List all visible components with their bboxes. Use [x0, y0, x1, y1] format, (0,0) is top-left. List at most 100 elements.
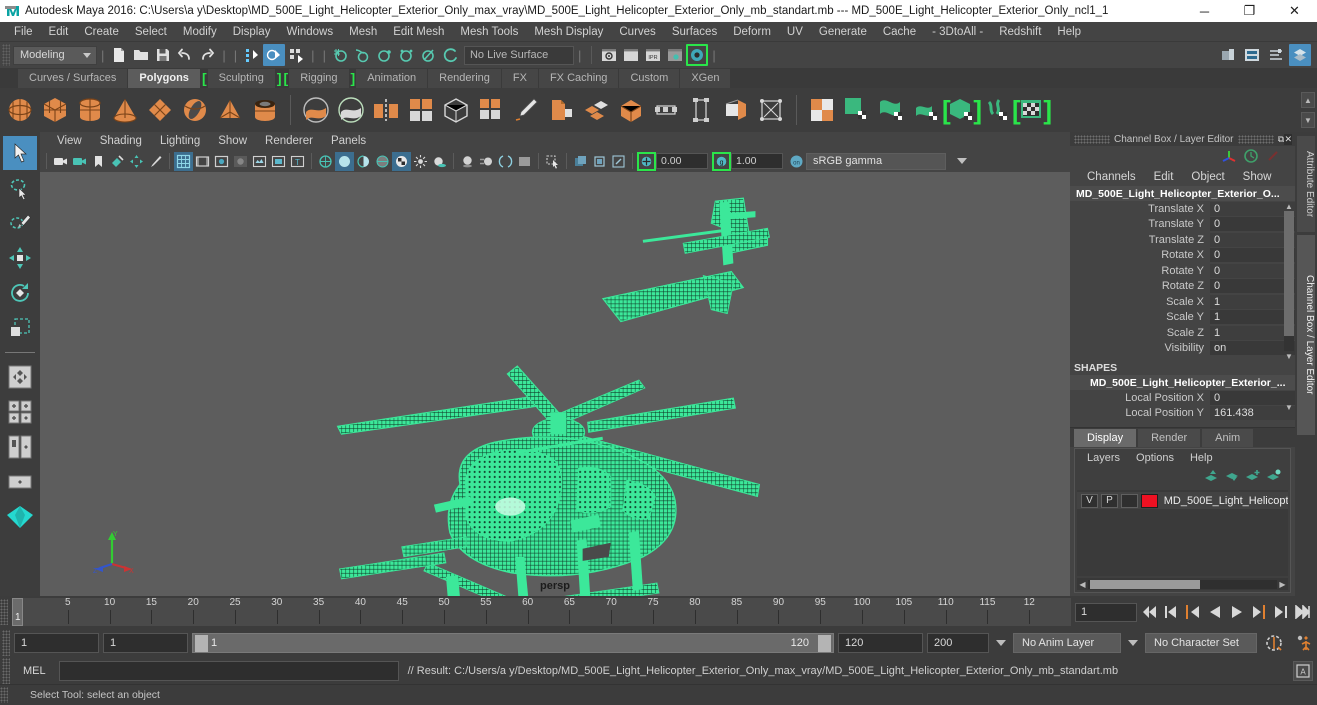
layer-menu-options[interactable]: Options	[1128, 452, 1182, 464]
layer-list-item[interactable]: V P MD_500E_Light_Helicopt	[1077, 492, 1288, 509]
go-to-end-icon[interactable]	[1293, 601, 1313, 623]
channel-row[interactable]: Rotate Y 0	[1070, 263, 1295, 279]
poly-extract-icon[interactable]	[475, 94, 507, 126]
image-plane-icon[interactable]	[108, 152, 127, 171]
channel-row[interactable]: Scale X 1	[1070, 294, 1295, 310]
layer-menu-layers[interactable]: Layers	[1079, 452, 1128, 464]
snap-to-point-icon[interactable]	[374, 44, 396, 66]
scroll-up-icon[interactable]: ▲	[1284, 201, 1294, 211]
camera-attributes-icon[interactable]	[70, 152, 89, 171]
exposure-field[interactable]: 0.00	[656, 153, 708, 169]
animation-start-time-field[interactable]: 1	[14, 633, 99, 653]
animation-end-time-field[interactable]: 200	[927, 633, 989, 653]
channel-value-field[interactable]: 1	[1210, 310, 1295, 325]
uv-cylindrical-icon[interactable]	[841, 94, 873, 126]
uv-spherical-icon[interactable]	[876, 94, 908, 126]
poly-combine-icon[interactable]	[405, 94, 437, 126]
isolate-select-icon[interactable]	[543, 152, 562, 171]
shape-channel-value-field[interactable]: 161.438	[1210, 406, 1295, 421]
poly-pyramid-icon[interactable]	[214, 94, 246, 126]
hscroll-thumb[interactable]	[1090, 579, 1200, 589]
channel-value-field[interactable]: on	[1210, 341, 1295, 356]
multisample-aa-icon[interactable]	[496, 152, 515, 171]
uv-unfold-icon[interactable]	[942, 94, 982, 126]
hscroll-track[interactable]	[1088, 579, 1277, 589]
layer-color-swatch[interactable]	[1140, 493, 1158, 508]
snap-to-curve-icon[interactable]	[352, 44, 374, 66]
shelf-tab-rigging[interactable]: Rigging	[289, 69, 349, 88]
poly-booleans-union-icon[interactable]	[300, 94, 332, 126]
viewport-menu-show[interactable]: Show	[209, 135, 256, 147]
menu-item-generate[interactable]: Generate	[811, 23, 875, 41]
range-handle-left[interactable]	[195, 634, 208, 652]
new-layer-from-selected-icon[interactable]	[1266, 469, 1282, 486]
select-camera-icon[interactable]	[51, 152, 70, 171]
viewport-menu-view[interactable]: View	[48, 135, 91, 147]
text-display-icon[interactable]: T	[288, 152, 307, 171]
tool-settings-icon[interactable]	[1265, 44, 1287, 66]
viewport-menu-lighting[interactable]: Lighting	[151, 135, 209, 147]
channel-row[interactable]: Translate Y 0	[1070, 217, 1295, 233]
bookmark-icon[interactable]	[89, 152, 108, 171]
channel-value-field[interactable]: 0	[1210, 279, 1295, 294]
animation-preferences-icon[interactable]	[1291, 632, 1317, 654]
new-scene-icon[interactable]	[108, 44, 130, 66]
viewport-menu-shading[interactable]: Shading	[91, 135, 151, 147]
menu-item-uv[interactable]: UV	[779, 23, 811, 41]
go-to-start-icon[interactable]	[1139, 601, 1159, 623]
layer-tab-display[interactable]: Display	[1074, 429, 1137, 447]
display-layer-list[interactable]: V P MD_500E_Light_Helicopt	[1077, 490, 1288, 576]
screen-space-ao-icon[interactable]	[458, 152, 477, 171]
step-forward-frame-icon[interactable]	[1249, 601, 1269, 623]
shelf-scroll-up-icon[interactable]: ▲	[1301, 92, 1315, 108]
channel-row[interactable]: Translate X 0	[1070, 201, 1295, 217]
time-slider-grip[interactable]	[0, 599, 8, 625]
select-by-object-icon[interactable]	[263, 44, 286, 66]
shelf-tab-custom[interactable]: Custom	[619, 69, 680, 88]
new-layer-icon[interactable]	[1245, 469, 1261, 486]
channel-value-field[interactable]: 0	[1210, 201, 1295, 216]
grease-pencil-icon[interactable]	[146, 152, 165, 171]
shade-wireframe-icon[interactable]	[373, 152, 392, 171]
select-by-hierarchy-icon[interactable]	[241, 44, 263, 66]
motion-blur-icon[interactable]	[477, 152, 496, 171]
two-pane-side-layout[interactable]	[3, 430, 37, 464]
four-pane-layout[interactable]	[3, 395, 37, 429]
shelf-tab-xgen[interactable]: XGen	[680, 69, 731, 88]
step-back-frame-icon[interactable]	[1183, 601, 1203, 623]
layer-visibility-toggle[interactable]: V	[1081, 493, 1098, 508]
no-manipulator-icon[interactable]	[1265, 148, 1281, 167]
color-management-selector[interactable]: sRGB gamma	[806, 152, 967, 170]
current-time-indicator[interactable]: 1	[12, 598, 23, 626]
poly-pipe-icon[interactable]	[249, 94, 281, 126]
shape-channel-row[interactable]: Local Position Y 161.438	[1070, 406, 1295, 422]
channel-list[interactable]: ▲ ▼ Translate X 0 Translate Y 0 Translate Z 0…	[1070, 201, 1295, 361]
character-set-selector[interactable]: No Character Set	[1145, 633, 1257, 653]
poly-plane-icon[interactable]	[144, 94, 176, 126]
menu-item-mesh-display[interactable]: Mesh Display	[526, 23, 611, 41]
exposure-toggle-icon[interactable]	[637, 152, 656, 171]
uv-layout-icon[interactable]	[1012, 94, 1052, 126]
poly-torus-icon[interactable]	[179, 94, 211, 126]
resolution-gate-icon[interactable]	[212, 152, 231, 171]
panel-grip[interactable]	[1074, 134, 1110, 144]
channel-row[interactable]: Translate Z 0	[1070, 232, 1295, 248]
range-slider-track[interactable]: 1 120	[192, 633, 834, 653]
smooth-shade-selected-icon[interactable]	[354, 152, 373, 171]
poly-bevel-icon[interactable]	[545, 94, 577, 126]
close-panel-icon[interactable]: ✕	[1284, 133, 1292, 145]
channel-box-menu-object[interactable]: Object	[1182, 171, 1233, 183]
poly-booleans-difference-icon[interactable]	[335, 94, 367, 126]
command-language-label[interactable]: MEL	[15, 665, 54, 677]
lasso-select-tool[interactable]	[3, 171, 37, 205]
persp-viewport[interactable]: Y X Z persp	[40, 172, 1070, 596]
two-pane-stacked-layout[interactable]	[3, 465, 37, 499]
display-texture-icon[interactable]	[571, 152, 590, 171]
shelf-tab-curves-surfaces[interactable]: Curves / Surfaces	[18, 69, 128, 88]
film-gate-icon[interactable]	[193, 152, 212, 171]
poly-create-tool-icon[interactable]	[510, 94, 542, 126]
bake-texture-icon[interactable]	[590, 152, 609, 171]
scrollbar-thumb[interactable]	[1284, 211, 1294, 336]
menu-item-surfaces[interactable]: Surfaces	[664, 23, 725, 41]
help-line-grip[interactable]	[0, 687, 8, 703]
